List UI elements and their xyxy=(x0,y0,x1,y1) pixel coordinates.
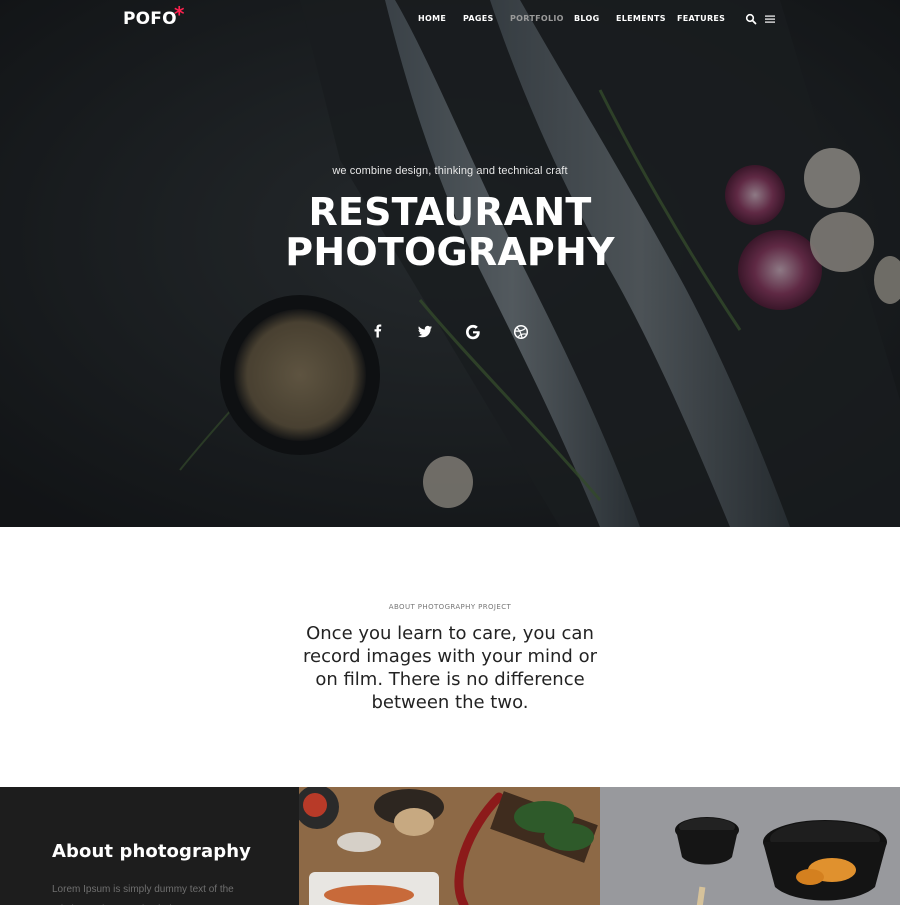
menu-icon[interactable] xyxy=(764,12,776,24)
hero-title-line-1: RESTAURANT xyxy=(308,190,592,234)
search-icon[interactable] xyxy=(745,12,757,25)
top-navigation: POFO * HOME PAGES PORTFOLIO BLOG ELEMENT… xyxy=(0,0,900,36)
food-image-spices xyxy=(299,787,600,905)
food-image-bowls xyxy=(600,787,900,905)
logo-asterisk: * xyxy=(174,2,185,26)
panel-title: About photography xyxy=(52,841,251,862)
hero-title: RESTAURANT PHOTOGRAPHY xyxy=(0,192,900,272)
nav-item-pages[interactable]: PAGES xyxy=(463,14,494,23)
twitter-icon[interactable] xyxy=(416,323,434,341)
site-logo[interactable]: POFO xyxy=(123,9,177,29)
hero-subtitle: we combine design, thinking and technica… xyxy=(332,165,568,177)
nav-item-portfolio[interactable]: PORTFOLIO xyxy=(510,14,564,23)
hero-section: POFO * HOME PAGES PORTFOLIO BLOG ELEMENT… xyxy=(0,0,900,527)
nav-item-elements[interactable]: ELEMENTS xyxy=(616,14,666,23)
facebook-icon[interactable] xyxy=(369,323,387,341)
about-quote: Once you learn to care, you can record i… xyxy=(303,623,597,713)
google-icon[interactable] xyxy=(464,323,482,341)
hero-title-line-2: PHOTOGRAPHY xyxy=(285,230,615,274)
nav-item-blog[interactable]: BLOG xyxy=(574,14,599,23)
nav-item-features[interactable]: FEATURES xyxy=(677,14,725,23)
dribbble-icon[interactable] xyxy=(512,323,530,341)
nav-item-home[interactable]: HOME xyxy=(418,14,446,23)
panel-text: Lorem Ipsum is simply dummy text of the … xyxy=(52,884,234,905)
about-section-label: ABOUT PHOTOGRAPHY PROJECT xyxy=(388,603,512,611)
